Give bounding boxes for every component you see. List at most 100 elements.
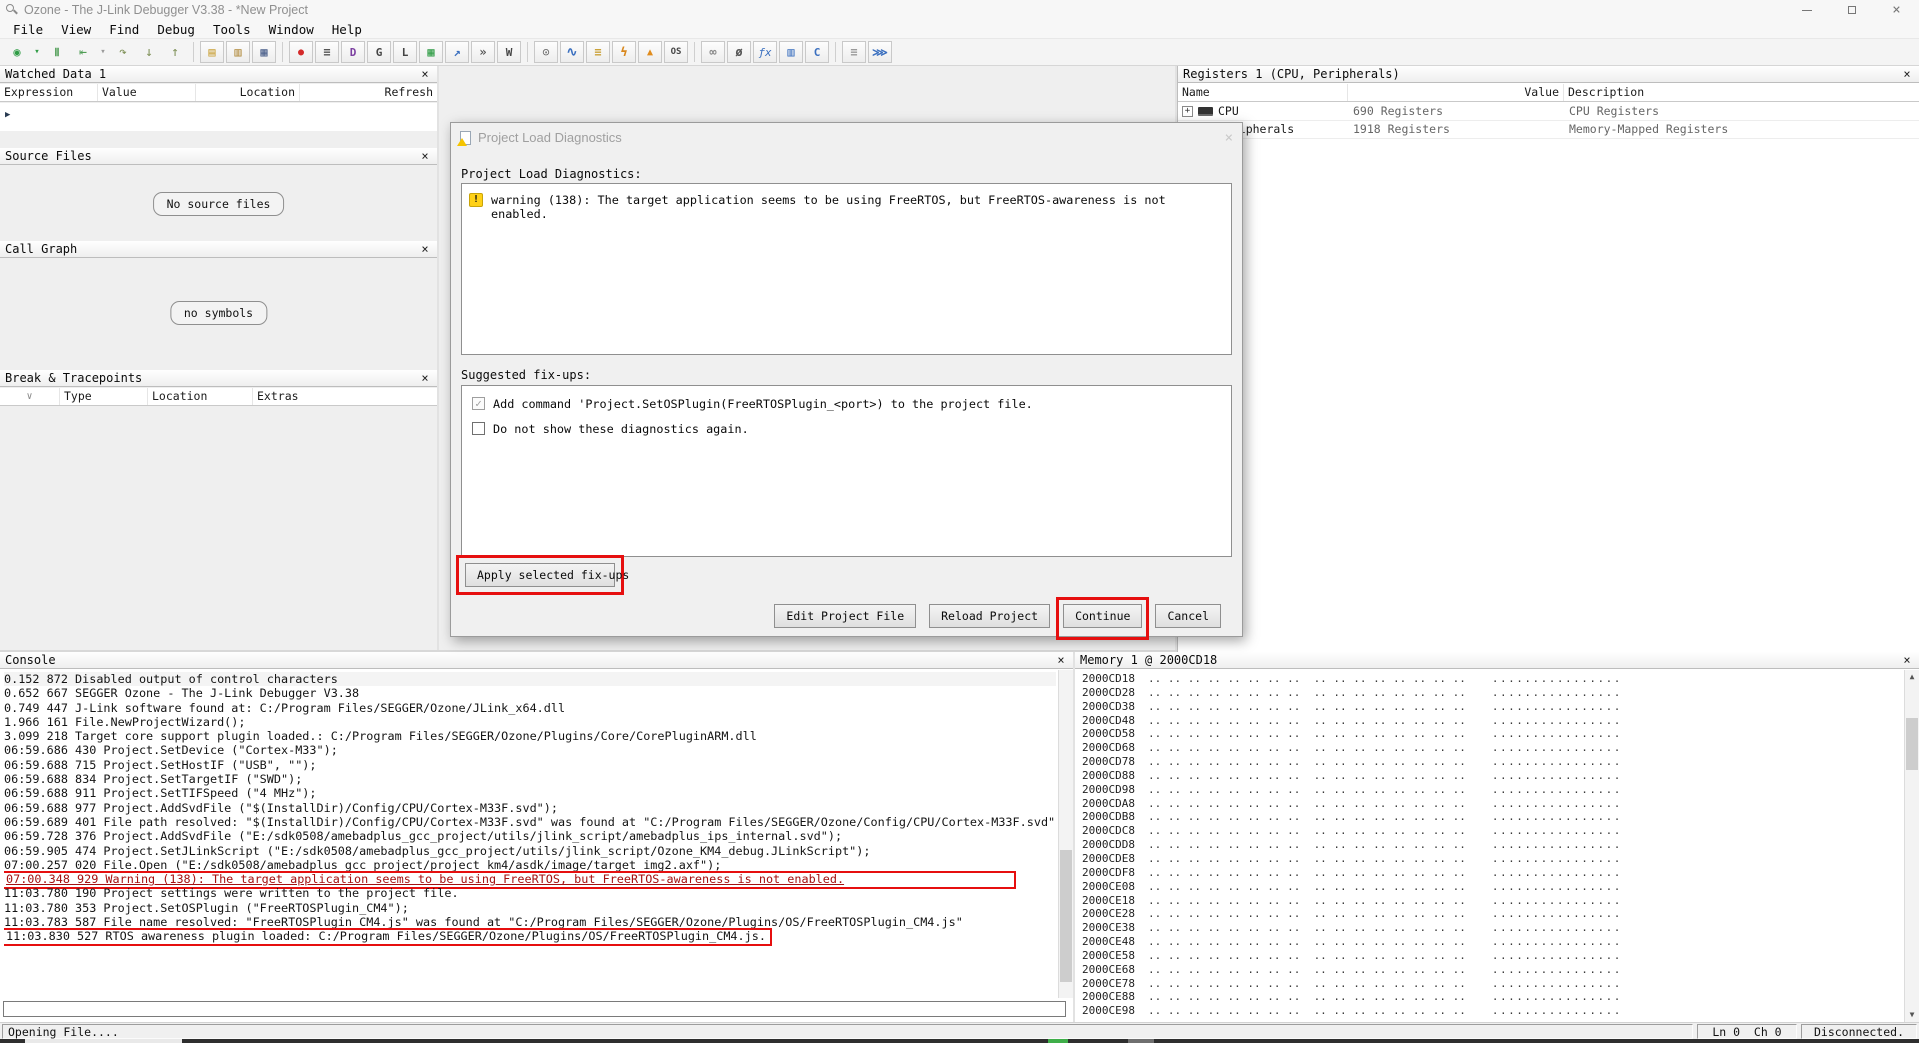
disassembly-window-icon[interactable]: D — [341, 41, 365, 63]
menu-item-debug[interactable]: Debug — [148, 21, 204, 38]
terminal-prompt-icon[interactable]: ⋙ — [868, 41, 892, 63]
memory-hex-bytes[interactable]: .. .. .. .. .. .. .. .. .. .. .. .. .. .… — [1148, 1004, 1466, 1017]
memory-hex-bytes[interactable]: .. .. .. .. .. .. .. .. .. .. .. .. .. .… — [1148, 838, 1466, 851]
memory-hex-bytes[interactable]: .. .. .. .. .. .. .. .. .. .. .. .. .. .… — [1148, 672, 1466, 685]
register-name: +CPU — [1178, 103, 1348, 120]
memory-hex-bytes[interactable]: .. .. .. .. .. .. .. .. .. .. .. .. .. .… — [1148, 852, 1466, 865]
global-data-window-icon[interactable]: G — [367, 41, 391, 63]
new-project-icon[interactable]: ▤ — [200, 41, 224, 63]
memory-hex-bytes[interactable]: .. .. .. .. .. .. .. .. .. .. .. .. .. .… — [1148, 797, 1466, 810]
breakpoints-title: Break & Tracepoints — [5, 370, 142, 386]
menu-item-tools[interactable]: Tools — [204, 21, 260, 38]
terminal-window-icon[interactable]: ▦ — [419, 41, 443, 63]
apply-fixups-button[interactable]: Apply selected fix-ups — [465, 563, 615, 587]
console-close-icon[interactable]: × — [1054, 653, 1068, 667]
reload-project-button[interactable]: Reload Project — [929, 604, 1050, 628]
power-sampling-icon[interactable]: ϟ — [612, 41, 636, 63]
registers-close-icon[interactable]: × — [1900, 67, 1914, 81]
collapse-chevron-icon[interactable]: ∨ — [4, 388, 55, 405]
memory-ascii: ................ — [1492, 866, 1622, 879]
power-graph-icon[interactable]: ▲ — [638, 41, 662, 63]
timers-window-icon[interactable]: ⊙ — [534, 41, 558, 63]
pause-icon[interactable]: Ⅱ — [45, 41, 69, 63]
menu-item-file[interactable]: File — [4, 21, 52, 38]
memory-hex-bytes[interactable]: .. .. .. .. .. .. .. .. .. .. .. .. .. .… — [1148, 990, 1466, 1003]
source-files-close-icon[interactable]: × — [418, 149, 432, 163]
memory-hex-bytes[interactable]: .. .. .. .. .. .. .. .. .. .. .. .. .. .… — [1148, 686, 1466, 699]
edit-project-file-button[interactable]: Edit Project File — [774, 604, 916, 628]
power-debug-icon[interactable]: ◉ — [5, 41, 29, 63]
memory-hex-bytes[interactable]: .. .. .. .. .. .. .. .. .. .. .. .. .. .… — [1148, 866, 1466, 879]
vertical-splitter-left[interactable] — [437, 66, 439, 652]
breakpoints-close-icon[interactable]: × — [418, 371, 432, 385]
local-data-window-icon[interactable]: L — [393, 41, 417, 63]
rtos-window-icon[interactable]: OS — [664, 41, 688, 63]
chain-link-icon[interactable]: ∞ — [701, 41, 725, 63]
more-windows-icon[interactable]: » — [471, 41, 495, 63]
memory-scrollbar-thumb[interactable] — [1906, 718, 1918, 770]
memory-hex-bytes[interactable]: .. .. .. .. .. .. .. .. .. .. .. .. .. .… — [1148, 727, 1466, 740]
memory-hex-bytes[interactable]: .. .. .. .. .. .. .. .. .. .. .. .. .. .… — [1148, 921, 1466, 934]
reset-icon[interactable]: ⇤ — [71, 41, 95, 63]
watched-data-new-row[interactable]: ▶ — [0, 103, 437, 131]
memory-hex-bytes[interactable]: .. .. .. .. .. .. .. .. .. .. .. .. .. .… — [1148, 963, 1466, 976]
ruler-icon[interactable]: ▥ — [779, 41, 803, 63]
memory-hex-bytes[interactable]: .. .. .. .. .. .. .. .. .. .. .. .. .. .… — [1148, 769, 1466, 782]
expand-toggle-icon[interactable]: + — [1182, 106, 1193, 117]
step-over-icon[interactable]: ↷ — [111, 41, 135, 63]
memory-address: 2000CE58 — [1082, 949, 1148, 963]
memory-hex-bytes[interactable]: .. .. .. .. .. .. .. .. .. .. .. .. .. .… — [1148, 935, 1466, 948]
close-button[interactable]: × — [1874, 0, 1919, 20]
minimize-button[interactable] — [1784, 0, 1829, 20]
program-download-icon[interactable]: ↗ — [445, 41, 469, 63]
memory-hex-bytes[interactable]: .. .. .. .. .. .. .. .. .. .. .. .. .. .… — [1148, 714, 1466, 727]
expression-icon[interactable]: ƒx — [753, 41, 777, 63]
menu-item-help[interactable]: Help — [323, 21, 371, 38]
memory-hex-bytes[interactable]: .. .. .. .. .. .. .. .. .. .. .. .. .. .… — [1148, 949, 1466, 962]
timeline-window-icon[interactable]: ∿ — [560, 41, 584, 63]
scroll-down-icon[interactable]: ▼ — [1905, 1008, 1919, 1022]
memory-hex-bytes[interactable]: .. .. .. .. .. .. .. .. .. .. .. .. .. .… — [1148, 755, 1466, 768]
fixup-checkbox-1[interactable] — [472, 422, 485, 435]
memory-hex-bytes[interactable]: .. .. .. .. .. .. .. .. .. .. .. .. .. .… — [1148, 907, 1466, 920]
record-icon[interactable]: ● — [289, 41, 313, 63]
power-debug-dropdown-icon[interactable]: ▾ — [31, 41, 43, 63]
watch-window-icon[interactable]: W — [497, 41, 521, 63]
memory-hex-bytes[interactable]: .. .. .. .. .. .. .. .. .. .. .. .. .. .… — [1148, 894, 1466, 907]
memory-hex-bytes[interactable]: .. .. .. .. .. .. .. .. .. .. .. .. .. .… — [1148, 977, 1466, 990]
cancel-button[interactable]: Cancel — [1155, 604, 1221, 628]
console-scrollbar-thumb[interactable] — [1060, 850, 1072, 981]
open-project-icon[interactable]: ▥ — [226, 41, 250, 63]
memory-hex-bytes[interactable]: .. .. .. .. .. .. .. .. .. .. .. .. .. .… — [1148, 880, 1466, 893]
step-out-icon[interactable]: ↑ — [163, 41, 187, 63]
step-into-icon[interactable]: ↓ — [137, 41, 161, 63]
reset-dropdown-icon[interactable]: ▾ — [97, 41, 109, 63]
menu-item-find[interactable]: Find — [100, 21, 148, 38]
call-graph-close-icon[interactable]: × — [418, 242, 432, 256]
menu-item-view[interactable]: View — [52, 21, 100, 38]
power-graph-icon-glyph: ▲ — [647, 47, 653, 58]
memory-hex-bytes[interactable]: .. .. .. .. .. .. .. .. .. .. .. .. .. .… — [1148, 783, 1466, 796]
continue-button[interactable]: Continue — [1063, 604, 1142, 628]
memory-scrollbar[interactable]: ▲ ▼ — [1904, 670, 1919, 1022]
find-icon[interactable]: ø — [727, 41, 751, 63]
console-line-text: 11:03.830 527 RTOS awareness plugin load… — [4, 928, 772, 946]
scroll-up-icon[interactable]: ▲ — [1905, 670, 1919, 684]
memory-hex-bytes[interactable]: .. .. .. .. .. .. .. .. .. .. .. .. .. .… — [1148, 824, 1466, 837]
instruction-trace-icon[interactable]: ≡ — [586, 41, 610, 63]
memory-hex-bytes[interactable]: .. .. .. .. .. .. .. .. .. .. .. .. .. .… — [1148, 810, 1466, 823]
watched-data-close-icon[interactable]: × — [418, 67, 432, 81]
source-list-icon[interactable]: ≡ — [842, 41, 866, 63]
memory-hex-bytes[interactable]: .. .. .. .. .. .. .. .. .. .. .. .. .. .… — [1148, 700, 1466, 713]
save-project-icon[interactable]: ▦ — [252, 41, 276, 63]
console-scrollbar[interactable] — [1058, 670, 1073, 998]
restore-button[interactable] — [1829, 0, 1874, 20]
menu-item-window[interactable]: Window — [260, 21, 323, 38]
console-command-input[interactable] — [3, 1001, 1066, 1017]
dialog-close-icon[interactable]: × — [1225, 130, 1233, 146]
memory-hex-bytes[interactable]: .. .. .. .. .. .. .. .. .. .. .. .. .. .… — [1148, 741, 1466, 754]
memory-address: 2000CD28 — [1082, 686, 1148, 700]
console-window-icon[interactable]: ≡ — [315, 41, 339, 63]
code-window-icon[interactable]: C — [805, 41, 829, 63]
memory-close-icon[interactable]: × — [1900, 653, 1914, 667]
